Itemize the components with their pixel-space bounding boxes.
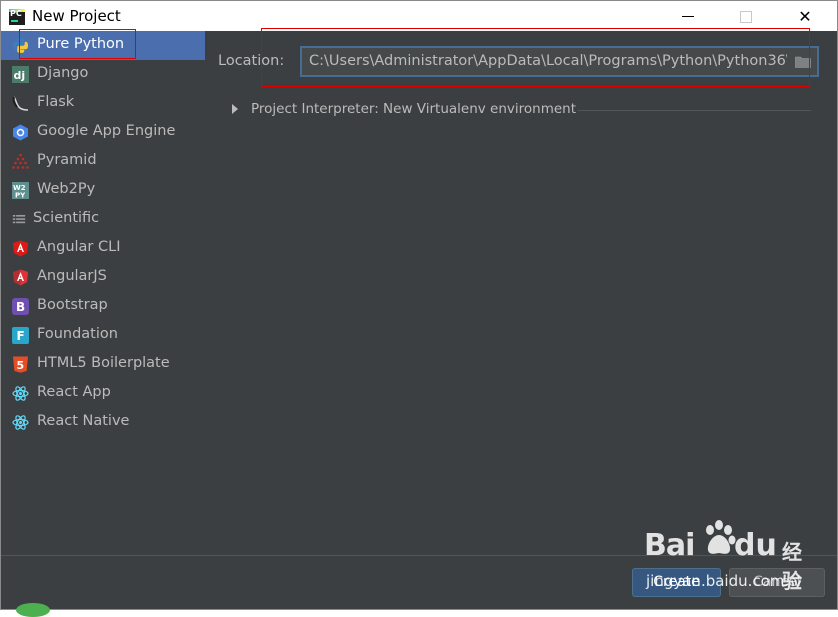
sidebar-item-flask[interactable]: Flask — [1, 89, 205, 118]
maximize-icon — [740, 11, 752, 23]
svg-text:5: 5 — [17, 359, 25, 372]
baidu-paw-icon — [706, 520, 736, 554]
watermark-brand-cn: 经验 — [782, 540, 802, 593]
sidebar-item-scientific[interactable]: Scientific — [1, 205, 205, 234]
sidebar-item-label: Web2Py — [37, 181, 96, 197]
watermark-brand-right: du — [734, 528, 777, 563]
watermark-url: jingyan.baidu.com — [646, 572, 785, 590]
sidebar-item-label: Google App Engine — [37, 123, 176, 139]
project-type-list: Pure Python dj Django Flask Google App E… — [1, 31, 205, 555]
sidebar-item-react-native[interactable]: React Native — [1, 408, 205, 437]
sidebar-item-react-app[interactable]: React App — [1, 379, 205, 408]
minimize-icon — [682, 16, 694, 17]
sidebar-item-label: Scientific — [33, 210, 100, 226]
html5-icon: 5 — [13, 356, 28, 373]
location-label: Location: — [218, 53, 285, 69]
project-interpreter-toggle[interactable]: Project Interpreter: New Virtualenv envi… — [251, 101, 576, 117]
svg-text:B: B — [16, 300, 25, 314]
sidebar-item-google-app-engine[interactable]: Google App Engine — [1, 118, 205, 147]
location-value[interactable]: C:\Users\Administrator\AppData\Local\Pro… — [309, 53, 787, 69]
sidebar-item-bootstrap[interactable]: B Bootstrap — [1, 292, 205, 321]
sidebar-item-label: React App — [37, 384, 111, 400]
sidebar-item-pure-python[interactable]: Pure Python — [1, 31, 205, 60]
close-button[interactable]: ✕ — [782, 1, 828, 32]
sidebar-item-label: HTML5 Boilerplate — [37, 355, 170, 371]
folder-icon[interactable] — [795, 56, 811, 68]
sidebar-item-label: Foundation — [37, 326, 118, 342]
sidebar-item-label: AngularJS — [37, 268, 107, 284]
maximize-button[interactable] — [723, 1, 769, 32]
sidebar-item-web2py[interactable]: W2 PY Web2Py — [1, 176, 205, 205]
baidu-watermark: Bai du 经验 — [644, 520, 820, 593]
location-field[interactable]: C:\Users\Administrator\AppData\Local\Pro… — [300, 46, 819, 77]
pyramid-icon — [12, 153, 29, 169]
minimize-button[interactable] — [665, 1, 711, 32]
flask-icon — [12, 96, 29, 111]
sidebar-item-label: Django — [37, 65, 89, 81]
sidebar-item-angularjs[interactable]: AngularJS — [1, 263, 205, 292]
bootstrap-icon: B — [12, 298, 29, 315]
sidebar-item-label: Pyramid — [37, 152, 97, 168]
pycharm-icon: PC — [9, 9, 25, 25]
angularjs-icon — [13, 269, 28, 286]
sidebar-item-label: React Native — [37, 413, 130, 429]
sidebar-item-html5-boilerplate[interactable]: 5 HTML5 Boilerplate — [1, 350, 205, 379]
taskbar-green-circle — [16, 603, 50, 617]
sidebar-item-foundation[interactable]: F Foundation — [1, 321, 205, 350]
section-divider — [578, 110, 811, 111]
title-bar: PC New Project ✕ — [1, 1, 837, 32]
svg-text:F: F — [17, 329, 25, 343]
react-native-icon — [12, 415, 29, 430]
close-icon: ✕ — [798, 7, 812, 26]
foundation-icon: F — [12, 327, 29, 344]
sidebar-item-label: Bootstrap — [37, 297, 108, 313]
react-icon — [12, 386, 29, 401]
google-app-engine-icon — [13, 124, 28, 141]
sidebar-item-django[interactable]: dj Django — [1, 60, 205, 89]
scientific-icon — [12, 214, 26, 224]
watermark-brand-left: Bai — [644, 528, 695, 563]
web2py-icon: W2 PY — [12, 182, 29, 199]
sidebar-item-label: Angular CLI — [37, 239, 121, 255]
svg-text:dj: dj — [14, 69, 26, 82]
svg-text:PY: PY — [15, 192, 26, 200]
expand-arrow-icon[interactable] — [232, 104, 238, 114]
python-icon — [13, 38, 28, 53]
sidebar-item-pyramid[interactable]: Pyramid — [1, 147, 205, 176]
sidebar-item-label: Flask — [37, 94, 75, 110]
django-icon: dj — [12, 66, 29, 83]
window-title: New Project — [32, 7, 121, 25]
sidebar-item-angular-cli[interactable]: Angular CLI — [1, 234, 205, 263]
angular-cli-icon — [13, 240, 28, 257]
sidebar-item-label: Pure Python — [37, 36, 125, 52]
